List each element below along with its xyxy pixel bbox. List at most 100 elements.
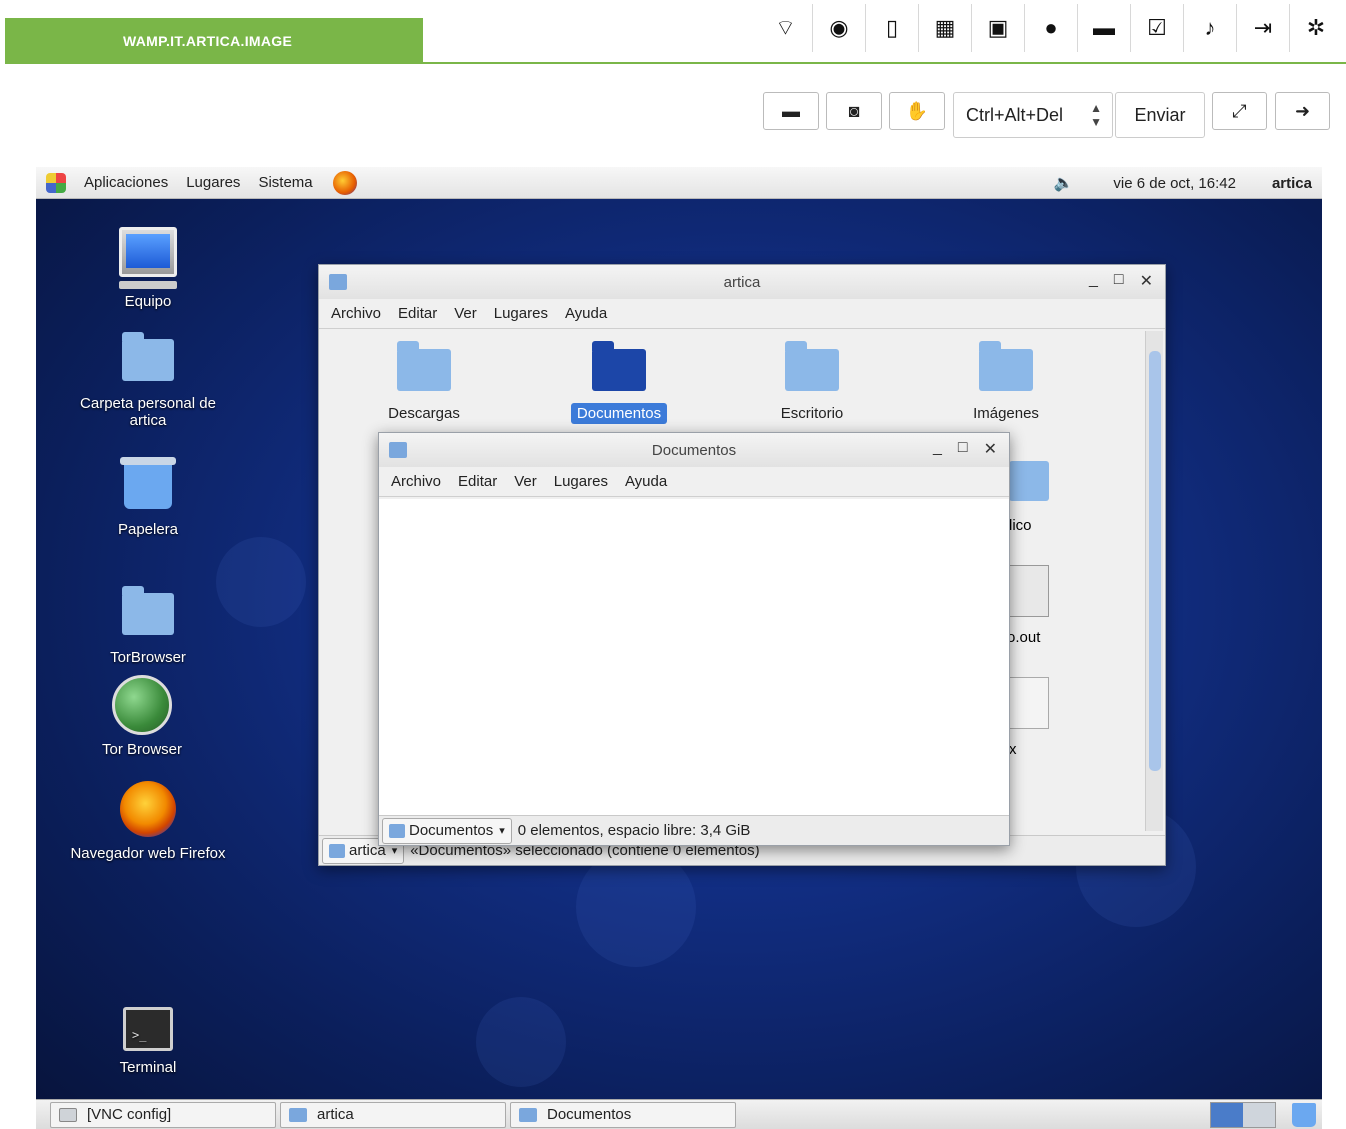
menu-ayuda[interactable]: Ayuda — [565, 305, 607, 322]
desktop-icon-label: Papelera — [117, 521, 179, 538]
gnome-top-panel: Aplicaciones Lugares Sistema 🔈 vie 6 de … — [36, 167, 1322, 199]
folder-icon[interactable]: ▬ — [1077, 4, 1130, 52]
desktop-icon-label: Terminal — [119, 1059, 177, 1076]
window-icon — [59, 1107, 77, 1122]
close-icon[interactable]: ✕ — [1140, 271, 1153, 291]
window-titlebar[interactable]: Documentos _ □ ✕ — [379, 433, 1009, 467]
desktop-icon-firefox[interactable]: Navegador web Firefox — [48, 781, 248, 862]
remote-desktop[interactable]: Aplicaciones Lugares Sistema 🔈 vie 6 de … — [36, 167, 1322, 1129]
taskbar-item-documentos[interactable]: Documentos — [510, 1101, 736, 1128]
menu-editar[interactable]: Editar — [458, 473, 497, 490]
vertical-scrollbar[interactable] — [1145, 331, 1163, 831]
menu-ver[interactable]: Ver — [514, 473, 537, 490]
taskbar-item-label: [VNC config] — [87, 1106, 172, 1123]
desktop-icon-label: Tor Browser — [101, 741, 183, 758]
download-folder-icon — [397, 341, 451, 391]
maximize-icon[interactable]: □ — [958, 439, 968, 459]
menu-archivo[interactable]: Archivo — [391, 473, 441, 490]
panel-user[interactable]: artica — [1272, 175, 1312, 192]
folder-item-imagenes[interactable]: Imágenes — [931, 341, 1081, 422]
close-icon[interactable]: ✕ — [984, 439, 997, 459]
desktop-icon-label: TorBrowser — [110, 649, 186, 666]
logout-icon[interactable]: ⇥ — [1236, 4, 1289, 52]
trash-icon[interactable] — [1292, 1103, 1316, 1127]
console-title-banner: WAMP.IT.ARTICA.IMAGE — [5, 18, 423, 63]
home-folder-icon — [329, 843, 345, 858]
checklist-icon[interactable]: ☑ — [1130, 4, 1183, 52]
expand-icon: ⤢ — [1232, 100, 1247, 121]
key-combo-select[interactable]: Ctrl+Alt+Del ▲ ▼ — [953, 92, 1113, 138]
panel-menu-applications[interactable]: Aplicaciones — [84, 174, 168, 191]
calendar-icon[interactable]: ▣ — [971, 4, 1024, 52]
partial-item-label: x — [1009, 741, 1017, 758]
minimize-button[interactable]: ▬ — [763, 92, 819, 130]
file-view-area[interactable] — [379, 499, 1009, 815]
bookmark-icon[interactable]: ▯ — [865, 4, 918, 52]
menu-editar[interactable]: Editar — [398, 305, 437, 322]
eye-icon[interactable]: ◉ — [812, 4, 865, 52]
taskbar-item-artica[interactable]: artica — [280, 1101, 506, 1128]
maximize-icon[interactable]: □ — [1114, 271, 1124, 291]
public-folder-icon[interactable] — [1009, 461, 1049, 501]
computer-icon-base — [119, 281, 177, 289]
file-icon[interactable] — [1009, 565, 1049, 617]
desktop-icon-computer[interactable]: Equipo — [48, 227, 248, 310]
folder-item-label: Imágenes — [973, 405, 1039, 422]
taskbar-item-vnc-config[interactable]: [VNC config] — [50, 1101, 276, 1128]
location-dropdown[interactable]: Documentos ▾ — [382, 817, 512, 844]
gear-icon[interactable]: ✲ — [1289, 4, 1342, 52]
home-folder-icon — [122, 332, 174, 381]
folder-item-escritorio[interactable]: Escritorio — [737, 341, 887, 422]
desktop-icon-tor-browser[interactable]: Tor Browser — [42, 675, 242, 758]
chart-icon[interactable]: ▦ — [918, 4, 971, 52]
disconnect-button[interactable]: ➜ — [1275, 92, 1330, 130]
header-divider — [5, 62, 1346, 64]
folder-item-label: Escritorio — [780, 405, 844, 422]
active-workspace[interactable] — [1211, 1103, 1243, 1127]
applications-icon — [46, 172, 66, 193]
location-icon[interactable]: ● — [1024, 4, 1077, 52]
clipboard-button[interactable]: ✋ — [889, 92, 945, 130]
bell-icon[interactable]: ♪ — [1183, 4, 1236, 52]
minimize-icon[interactable]: _ — [1089, 271, 1098, 291]
minus-icon: ▬ — [782, 100, 800, 121]
camera-icon: ◙ — [848, 100, 860, 121]
folder-item-label: Descargas — [388, 405, 460, 422]
workspace-switcher[interactable] — [1210, 1102, 1276, 1128]
menu-archivo[interactable]: Archivo — [331, 305, 381, 322]
panel-menu-places[interactable]: Lugares — [186, 174, 240, 191]
home-folder-icon — [289, 1107, 307, 1122]
wifi-icon[interactable]: ⌔ — [759, 4, 812, 52]
panel-clock[interactable]: vie 6 de oct, 16:42 — [1113, 175, 1236, 192]
select-arrows-icon: ▲ ▼ — [1090, 101, 1102, 129]
desktop-icon-terminal[interactable]: >_ Terminal — [48, 1007, 248, 1076]
documents-folder-icon — [389, 823, 405, 838]
desktop-icon-home[interactable]: Carpeta personal de artica — [48, 332, 248, 429]
minimize-icon[interactable]: _ — [933, 439, 942, 459]
file-manager-window-documentos[interactable]: Documentos _ □ ✕ Archivo Editar Ver Luga… — [378, 432, 1010, 846]
location-label: Documentos — [409, 822, 494, 839]
taskbar-item-label: Documentos — [547, 1106, 632, 1123]
documents-folder-icon — [592, 341, 646, 391]
desktop-icon-label: Carpeta personal de artica — [80, 395, 216, 429]
panel-menu-system[interactable]: Sistema — [258, 174, 312, 191]
scrollbar-thumb[interactable] — [1149, 351, 1161, 771]
desktop-icon-trash[interactable]: Papelera — [48, 457, 248, 538]
send-keys-button[interactable]: Enviar — [1115, 92, 1205, 138]
spreadsheet-file-icon[interactable] — [1009, 677, 1049, 729]
menu-lugares[interactable]: Lugares — [554, 473, 608, 490]
desktop-folder-icon — [785, 341, 839, 391]
window-titlebar[interactable]: artica _ □ ✕ — [319, 265, 1165, 299]
key-combo-value: Ctrl+Alt+Del — [966, 104, 1064, 125]
desktop-icon-torbrowser-folder[interactable]: TorBrowser — [48, 586, 248, 666]
folder-item-documentos[interactable]: Documentos — [544, 341, 694, 424]
fullscreen-button[interactable]: ⤢ — [1212, 92, 1267, 130]
firefox-launcher-icon[interactable] — [332, 170, 357, 195]
menu-ayuda[interactable]: Ayuda — [625, 473, 667, 490]
computer-icon — [119, 227, 177, 277]
menu-lugares[interactable]: Lugares — [494, 305, 548, 322]
folder-item-descargas[interactable]: Descargas — [349, 341, 499, 422]
menu-ver[interactable]: Ver — [454, 305, 477, 322]
volume-icon[interactable]: 🔈 — [1053, 173, 1073, 193]
screenshot-button[interactable]: ◙ — [826, 92, 882, 130]
